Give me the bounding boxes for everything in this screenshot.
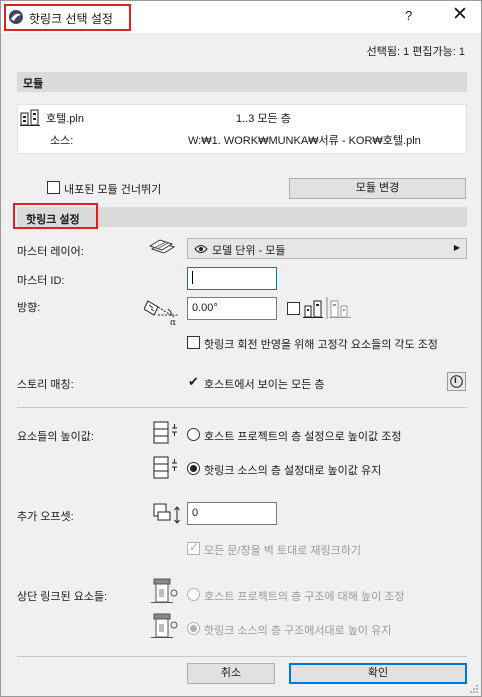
rehost-label: 모든 문/창을 벽 토대로 재링크하기 xyxy=(204,545,361,557)
footer-divider xyxy=(17,656,467,657)
change-module-button[interactable]: 모듈 변경 xyxy=(289,178,466,199)
mirror-checkbox[interactable] xyxy=(287,302,300,315)
top-linked-source-radio[interactable] xyxy=(187,622,200,635)
text-caret xyxy=(192,270,193,284)
elevation-host-label: 호스트 프로젝트의 층 설정으로 높이값 조정 xyxy=(204,431,402,443)
story-match-label: 스토리 매칭: xyxy=(17,379,74,391)
source-path: W:₩1. WORK₩MUNKA₩서류 - KOR₩호텔.pln xyxy=(188,135,421,147)
master-id-label: 마스터 ID: xyxy=(17,275,65,287)
story-match-value[interactable]: 호스트에서 보이는 모든 층 xyxy=(204,376,325,392)
checkmark-icon: ✔ xyxy=(188,374,199,389)
orientation-value: 0.00° xyxy=(192,302,218,314)
module-section-header[interactable]: 모듈 xyxy=(17,72,467,92)
orientation-label: 방향: xyxy=(17,302,41,314)
skip-nested-label: 내포된 모듈 건너뛰기 xyxy=(64,184,162,196)
source-label: 소스: xyxy=(50,135,74,147)
master-id-input[interactable] xyxy=(187,267,277,290)
master-layer-value: 모델 단위 - 모듈 xyxy=(212,245,286,257)
module-file-name: 호텔.pln xyxy=(46,113,84,125)
module-file-icon xyxy=(20,109,40,126)
top-linked-host-label: 호스트 프로젝트의 층 구조에 대해 높이 조정 xyxy=(204,591,405,603)
layers-icon xyxy=(148,239,176,254)
offset-icon xyxy=(153,503,180,524)
elevation-host-icon xyxy=(153,421,177,444)
hotlink-settings-highlight xyxy=(13,203,98,229)
elevation-source-radio[interactable] xyxy=(187,462,200,475)
window-title: 핫링크 선택 설정 xyxy=(29,12,113,26)
resize-grip-icon[interactable] xyxy=(469,684,479,694)
orientation-input[interactable]: 0.00° xyxy=(187,297,277,320)
app-icon xyxy=(9,10,23,24)
close-button[interactable]: ✕ xyxy=(452,3,468,26)
selection-info: 선택됨: 1 편집가능: 1 xyxy=(366,46,465,58)
top-linked-host-icon xyxy=(151,578,178,603)
section-divider xyxy=(17,407,467,408)
elevation-source-icon xyxy=(153,456,177,479)
svg-text:α: α xyxy=(170,318,176,327)
top-linked-source-label: 핫링크 소스의 층 구조에서대로 높이 유지 xyxy=(204,625,392,637)
module-stories: 1..3 모든 층 xyxy=(236,113,291,125)
top-linked-host-radio[interactable] xyxy=(187,588,200,601)
top-linked-source-icon xyxy=(151,613,178,638)
mirror-icon xyxy=(303,297,351,319)
offset-input[interactable]: 0 xyxy=(187,502,277,525)
eye-icon xyxy=(194,245,208,253)
module-section-title: 모듈 xyxy=(23,78,44,90)
hotlink-settings-dialog: 핫링크 선택 설정 ? ✕ 선택됨: 1 편집가능: 1 모듈 호텔.pln 1… xyxy=(0,0,482,697)
info-glyph: i xyxy=(454,375,457,386)
adjust-angle-label: 핫링크 회전 반영을 위해 고정각 요소들의 각도 조정 xyxy=(204,339,438,351)
elevation-host-radio[interactable] xyxy=(187,428,200,441)
help-button[interactable]: ? xyxy=(405,8,412,23)
module-info-panel: 호텔.pln 1..3 모든 층 소스: W:₩1. WORK₩MUNKA₩서류… xyxy=(17,104,467,154)
elevation-label: 요소들의 높이값: xyxy=(17,431,94,443)
dropdown-arrow-icon: ▶ xyxy=(453,243,460,252)
adjust-angle-checkbox[interactable] xyxy=(187,336,200,349)
top-linked-label: 상단 링크된 요소들: xyxy=(17,591,108,603)
skip-nested-checkbox[interactable] xyxy=(47,181,60,194)
offset-label: 추가 오프셋: xyxy=(17,511,74,523)
rotation-angle-icon: α xyxy=(144,300,178,327)
ok-button[interactable]: 확인 xyxy=(289,663,467,684)
info-button[interactable]: i xyxy=(447,372,466,391)
title-bar: 핫링크 선택 설정 ? ✕ xyxy=(1,1,481,33)
cancel-button[interactable]: 취소 xyxy=(187,663,275,684)
elevation-source-label: 핫링크 소스의 층 설정대로 높이값 유지 xyxy=(204,465,382,477)
offset-value: 0 xyxy=(192,507,199,519)
master-layer-dropdown[interactable]: 모델 단위 - 모듈 ▶ xyxy=(187,238,467,259)
rehost-checkbox[interactable] xyxy=(187,540,200,555)
master-layer-label: 마스터 레이어: xyxy=(17,246,84,258)
